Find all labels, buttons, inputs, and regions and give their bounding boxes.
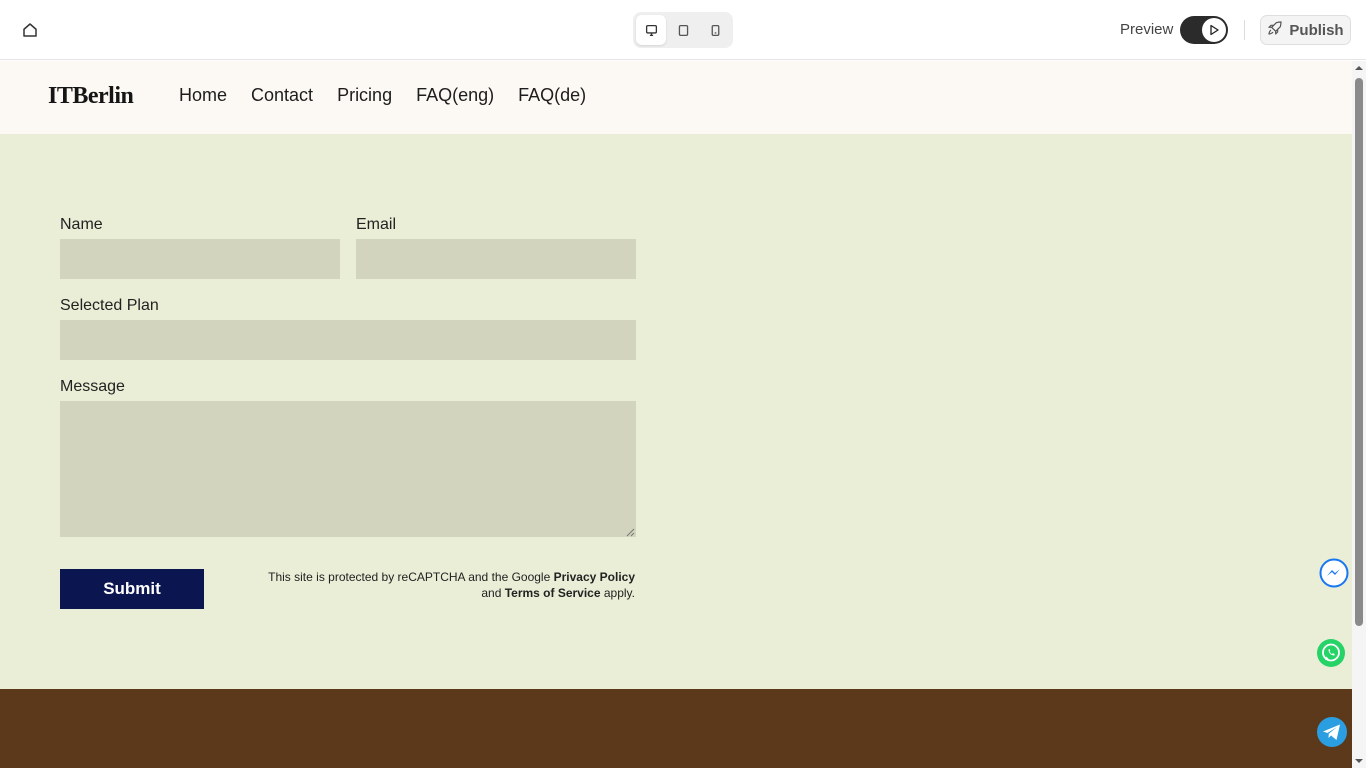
- recaptcha-and: and: [481, 586, 505, 600]
- publish-label: Publish: [1289, 21, 1344, 39]
- nav-pricing[interactable]: Pricing: [337, 85, 392, 106]
- site-canvas: ITBerlin Home Contact Pricing FAQ(eng) F…: [0, 61, 1352, 768]
- privacy-policy-link[interactable]: Privacy Policy: [554, 570, 635, 584]
- scroll-up-icon[interactable]: [1354, 63, 1364, 73]
- home-icon[interactable]: [18, 18, 42, 42]
- site-nav: Home Contact Pricing FAQ(eng) FAQ(de): [179, 85, 586, 106]
- desktop-icon[interactable]: [636, 15, 666, 45]
- message-label: Message: [60, 378, 125, 395]
- whatsapp-icon[interactable]: [1316, 638, 1346, 668]
- site-logo[interactable]: ITBerlin: [48, 83, 134, 110]
- nav-faq-de[interactable]: FAQ(de): [518, 85, 586, 106]
- scrollbar-thumb[interactable]: [1355, 78, 1363, 626]
- message-field[interactable]: [60, 401, 636, 537]
- selected-plan-field[interactable]: [60, 320, 636, 360]
- page-scrollbar[interactable]: [1352, 61, 1366, 768]
- site-footer: [0, 689, 1352, 768]
- name-label: Name: [60, 216, 103, 233]
- plan-label: Selected Plan: [60, 297, 159, 314]
- nav-home[interactable]: Home: [179, 85, 227, 106]
- play-icon: [1202, 18, 1226, 42]
- tablet-icon[interactable]: [668, 15, 698, 45]
- preview-label: Preview: [1120, 21, 1174, 38]
- recaptcha-text: This site is protected by reCAPTCHA and …: [268, 570, 554, 584]
- mobile-icon[interactable]: [700, 15, 730, 45]
- site-header: ITBerlin Home Contact Pricing FAQ(eng) F…: [0, 61, 1352, 134]
- name-field[interactable]: [60, 239, 340, 279]
- nav-faq-eng[interactable]: FAQ(eng): [416, 85, 494, 106]
- nav-contact[interactable]: Contact: [251, 85, 313, 106]
- preview-toggle[interactable]: [1180, 16, 1228, 44]
- email-label: Email: [356, 216, 397, 233]
- scroll-down-icon[interactable]: [1354, 756, 1364, 766]
- editor-toolbar: Preview Publish: [0, 0, 1366, 60]
- submit-button[interactable]: Submit: [60, 569, 204, 609]
- recaptcha-notice: This site is protected by reCAPTCHA and …: [240, 569, 635, 601]
- contact-form-section: Name Email Selected Plan Message Submit …: [0, 134, 1352, 689]
- telegram-icon[interactable]: [1316, 716, 1348, 748]
- publish-button[interactable]: Publish: [1260, 15, 1351, 45]
- terms-of-service-link[interactable]: Terms of Service: [505, 586, 601, 600]
- toolbar-divider: [1244, 20, 1245, 40]
- email-field[interactable]: [356, 239, 636, 279]
- messenger-icon[interactable]: [1319, 558, 1349, 588]
- rocket-icon: [1267, 20, 1283, 40]
- resize-grip-icon[interactable]: [626, 528, 635, 537]
- device-switcher: [633, 12, 733, 48]
- recaptcha-suffix: apply.: [600, 586, 635, 600]
